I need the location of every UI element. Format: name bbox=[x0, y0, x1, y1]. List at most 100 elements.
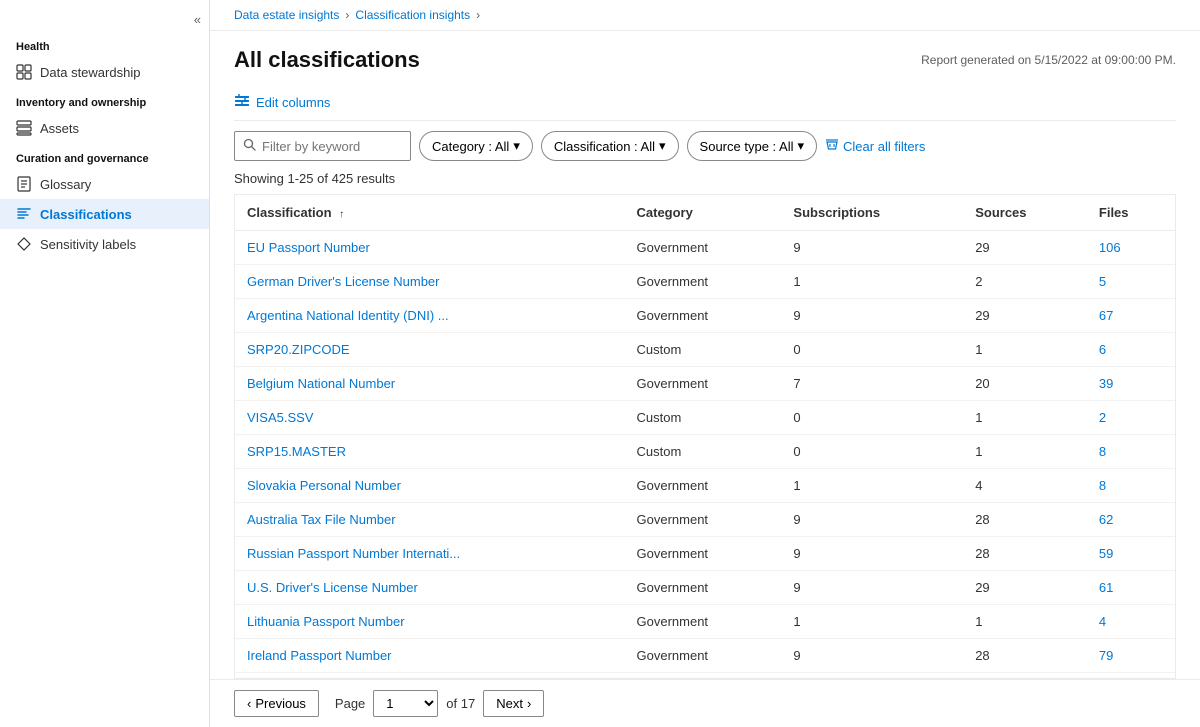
breadcrumb-classification-insights[interactable]: Classification insights bbox=[355, 8, 470, 22]
subscriptions-cell: 0 bbox=[781, 435, 963, 469]
classification-cell[interactable]: Australia Tax File Number bbox=[235, 503, 625, 537]
files-cell[interactable]: 5 bbox=[1087, 265, 1175, 299]
files-cell[interactable]: 67 bbox=[1087, 299, 1175, 333]
files-cell[interactable]: 1 bbox=[1087, 673, 1175, 680]
next-label: Next bbox=[496, 696, 523, 711]
col-subscriptions[interactable]: Subscriptions bbox=[781, 195, 963, 231]
classification-cell[interactable]: EU Passport Number bbox=[235, 231, 625, 265]
subscriptions-cell: 9 bbox=[781, 231, 963, 265]
classification-cell[interactable]: Slovakia Personal Number bbox=[235, 469, 625, 503]
clear-filters-label: Clear all filters bbox=[843, 139, 925, 154]
table-row: Ireland Passport Number Government 9 28 … bbox=[235, 639, 1175, 673]
files-cell[interactable]: 6 bbox=[1087, 333, 1175, 367]
keyword-filter[interactable] bbox=[234, 131, 411, 161]
sources-cell: 1 bbox=[963, 605, 1087, 639]
breadcrumb-data-estate[interactable]: Data estate insights bbox=[234, 8, 339, 22]
files-cell[interactable]: 8 bbox=[1087, 469, 1175, 503]
col-files[interactable]: Files bbox=[1087, 195, 1175, 231]
glossary-icon bbox=[16, 176, 32, 192]
sidebar-item-classifications[interactable]: Classifications bbox=[0, 199, 209, 229]
table-row: Latvia Driver's License Number Governmen… bbox=[235, 673, 1175, 680]
next-icon: › bbox=[527, 696, 531, 711]
subscriptions-cell: 2 bbox=[781, 673, 963, 680]
category-cell: Government bbox=[625, 571, 782, 605]
assets-icon bbox=[16, 120, 32, 136]
files-cell[interactable]: 2 bbox=[1087, 401, 1175, 435]
subscriptions-cell: 7 bbox=[781, 367, 963, 401]
page-header: All classifications Report generated on … bbox=[234, 47, 1176, 73]
classification-cell[interactable]: Ireland Passport Number bbox=[235, 639, 625, 673]
classification-cell[interactable]: Latvia Driver's License Number bbox=[235, 673, 625, 680]
classification-cell[interactable]: German Driver's License Number bbox=[235, 265, 625, 299]
table-row: Argentina National Identity (DNI) ... Go… bbox=[235, 299, 1175, 333]
files-cell[interactable]: 106 bbox=[1087, 231, 1175, 265]
files-cell[interactable]: 4 bbox=[1087, 605, 1175, 639]
subscriptions-cell: 1 bbox=[781, 469, 963, 503]
sources-cell: 29 bbox=[963, 231, 1087, 265]
classification-cell[interactable]: Russian Passport Number Internati... bbox=[235, 537, 625, 571]
category-filter[interactable]: Category : All ▾ bbox=[419, 131, 533, 161]
sidebar-section-curation: Curation and governance bbox=[0, 143, 209, 169]
classification-cell[interactable]: U.S. Driver's License Number bbox=[235, 571, 625, 605]
keyword-input[interactable] bbox=[262, 139, 402, 154]
classification-cell[interactable]: Lithuania Passport Number bbox=[235, 605, 625, 639]
previous-label: Previous bbox=[255, 696, 306, 711]
sources-cell: 1 bbox=[963, 435, 1087, 469]
subscriptions-cell: 1 bbox=[781, 605, 963, 639]
sidebar-item-label: Data stewardship bbox=[40, 65, 140, 80]
table-row: SRP20.ZIPCODE Custom 0 1 6 bbox=[235, 333, 1175, 367]
page-select[interactable]: 1234567891011121314151617 bbox=[373, 690, 438, 717]
classification-cell[interactable]: VISA5.SSV bbox=[235, 401, 625, 435]
table-row: Australia Tax File Number Government 9 2… bbox=[235, 503, 1175, 537]
sidebar-item-sensitivity-labels[interactable]: Sensitivity labels bbox=[0, 229, 209, 259]
pagination: ‹ Previous Page 123456789101112131415161… bbox=[210, 679, 1200, 727]
files-cell[interactable]: 39 bbox=[1087, 367, 1175, 401]
classification-cell[interactable]: SRP15.MASTER bbox=[235, 435, 625, 469]
clear-filters-button[interactable]: Clear all filters bbox=[825, 138, 925, 155]
sidebar-item-data-stewardship[interactable]: Data stewardship bbox=[0, 57, 209, 87]
results-count: Showing 1-25 of 425 results bbox=[234, 171, 1176, 186]
classification-filter[interactable]: Classification : All ▾ bbox=[541, 131, 679, 161]
sources-cell: 2 bbox=[963, 265, 1087, 299]
sidebar: « Health Data stewardship Inventory and … bbox=[0, 0, 210, 727]
files-cell[interactable]: 62 bbox=[1087, 503, 1175, 537]
files-cell[interactable]: 61 bbox=[1087, 571, 1175, 605]
classifications-table-container[interactable]: Classification ↑ Category Subscriptions … bbox=[234, 194, 1176, 679]
sidebar-collapse-button[interactable]: « bbox=[0, 8, 209, 31]
sidebar-item-glossary[interactable]: Glossary bbox=[0, 169, 209, 199]
table-row: Belgium National Number Government 7 20 … bbox=[235, 367, 1175, 401]
sidebar-section-inventory: Inventory and ownership bbox=[0, 87, 209, 113]
category-cell: Government bbox=[625, 503, 782, 537]
sidebar-item-assets[interactable]: Assets bbox=[0, 113, 209, 143]
classification-filter-label: Classification : All bbox=[554, 139, 655, 154]
source-type-filter-label: Source type : All bbox=[700, 139, 794, 154]
page-of-label: of 17 bbox=[446, 696, 475, 711]
classification-cell[interactable]: SRP20.ZIPCODE bbox=[235, 333, 625, 367]
category-cell: Government bbox=[625, 231, 782, 265]
main-content: Data estate insights › Classification in… bbox=[210, 0, 1200, 727]
col-category-label: Category bbox=[637, 205, 693, 220]
edit-columns-button[interactable]: Edit columns bbox=[234, 93, 330, 112]
col-classification[interactable]: Classification ↑ bbox=[235, 195, 625, 231]
files-cell[interactable]: 59 bbox=[1087, 537, 1175, 571]
source-type-filter[interactable]: Source type : All ▾ bbox=[687, 131, 817, 161]
col-sources[interactable]: Sources bbox=[963, 195, 1087, 231]
files-cell[interactable]: 8 bbox=[1087, 435, 1175, 469]
classification-cell[interactable]: Argentina National Identity (DNI) ... bbox=[235, 299, 625, 333]
category-cell: Custom bbox=[625, 401, 782, 435]
classification-cell[interactable]: Belgium National Number bbox=[235, 367, 625, 401]
table-row: U.S. Driver's License Number Government … bbox=[235, 571, 1175, 605]
col-category[interactable]: Category bbox=[625, 195, 782, 231]
sources-cell: 28 bbox=[963, 537, 1087, 571]
subscriptions-cell: 1 bbox=[781, 265, 963, 299]
category-cell: Government bbox=[625, 605, 782, 639]
page-label: Page bbox=[335, 696, 365, 711]
next-button[interactable]: Next › bbox=[483, 690, 544, 717]
files-cell[interactable]: 79 bbox=[1087, 639, 1175, 673]
col-classification-label: Classification bbox=[247, 205, 332, 220]
table-header-row: Classification ↑ Category Subscriptions … bbox=[235, 195, 1175, 231]
subscriptions-cell: 0 bbox=[781, 401, 963, 435]
previous-button[interactable]: ‹ Previous bbox=[234, 690, 319, 717]
sources-cell: 28 bbox=[963, 503, 1087, 537]
subscriptions-cell: 9 bbox=[781, 299, 963, 333]
